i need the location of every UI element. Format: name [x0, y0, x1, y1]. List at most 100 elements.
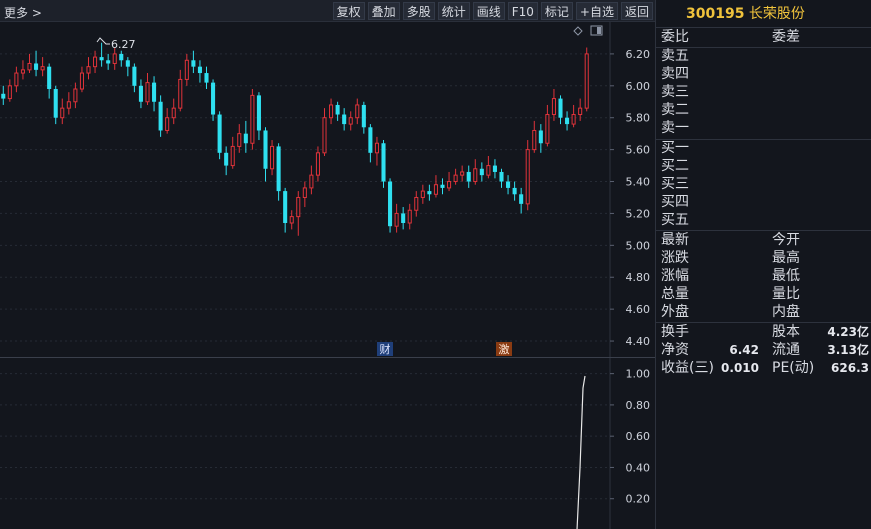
- candle[interactable]: [66, 92, 71, 115]
- candle[interactable]: [499, 168, 504, 188]
- candle[interactable]: [256, 92, 261, 141]
- candle[interactable]: [388, 178, 393, 233]
- candle[interactable]: [34, 50, 39, 77]
- statistics-button[interactable]: 统计: [437, 2, 470, 20]
- candle[interactable]: [309, 165, 314, 195]
- candle[interactable]: [368, 124, 373, 163]
- candle[interactable]: [565, 111, 570, 131]
- candle[interactable]: [79, 66, 84, 93]
- candle[interactable]: [492, 159, 497, 179]
- candle[interactable]: [106, 53, 111, 70]
- back-button[interactable]: 返回: [620, 2, 653, 20]
- candle[interactable]: [217, 111, 222, 160]
- candle[interactable]: [315, 146, 320, 182]
- candle[interactable]: [538, 124, 543, 153]
- candle[interactable]: [224, 146, 229, 176]
- candle[interactable]: [558, 95, 563, 125]
- incentive-marker[interactable]: 激: [496, 342, 512, 356]
- candle[interactable]: [512, 181, 517, 201]
- multi-stock-button[interactable]: 多股: [402, 2, 435, 20]
- candle[interactable]: [545, 104, 550, 147]
- candle[interactable]: [270, 140, 275, 176]
- candle[interactable]: [7, 79, 12, 102]
- candle[interactable]: [394, 203, 399, 233]
- candle[interactable]: [322, 108, 327, 156]
- candle[interactable]: [447, 171, 452, 192]
- candle[interactable]: [433, 175, 438, 198]
- candle[interactable]: [571, 104, 576, 128]
- candle[interactable]: [532, 120, 537, 153]
- draw-line-button[interactable]: 画线: [472, 2, 505, 20]
- indicator-chart[interactable]: 1.00 0.80 0.60 0.40 0.20: [0, 358, 655, 529]
- mark-button[interactable]: 标记: [540, 2, 573, 20]
- candle[interactable]: [230, 136, 235, 169]
- candle[interactable]: [47, 63, 52, 99]
- candle[interactable]: [27, 53, 32, 74]
- candle[interactable]: [119, 50, 124, 67]
- candle[interactable]: [20, 60, 25, 80]
- candle[interactable]: [479, 162, 484, 182]
- panel-toggle-icon[interactable]: [590, 25, 603, 36]
- candle[interactable]: [427, 184, 432, 201]
- candle[interactable]: [506, 175, 511, 195]
- candle[interactable]: [197, 60, 202, 83]
- add-watchlist-button[interactable]: +自选: [575, 2, 618, 20]
- candle[interactable]: [60, 98, 65, 125]
- candle[interactable]: [466, 165, 471, 188]
- candle[interactable]: [551, 89, 556, 121]
- candle[interactable]: [374, 136, 379, 166]
- candle[interactable]: [381, 140, 386, 188]
- candle[interactable]: [165, 108, 170, 134]
- overlay-button[interactable]: 叠加: [367, 2, 400, 20]
- candle[interactable]: [283, 187, 288, 233]
- candle[interactable]: [243, 120, 248, 153]
- candle[interactable]: [460, 165, 465, 182]
- candle[interactable]: [525, 140, 530, 211]
- candle[interactable]: [250, 89, 255, 150]
- candle[interactable]: [453, 168, 458, 185]
- candle[interactable]: [178, 69, 183, 112]
- candle[interactable]: [342, 108, 347, 131]
- candle[interactable]: [361, 101, 366, 134]
- candle[interactable]: [125, 57, 130, 77]
- candle[interactable]: [420, 184, 425, 204]
- candle[interactable]: [348, 111, 353, 131]
- candle[interactable]: [237, 124, 242, 153]
- candle[interactable]: [414, 191, 419, 217]
- candle[interactable]: [171, 98, 176, 125]
- candle[interactable]: [145, 73, 150, 105]
- candle[interactable]: [296, 191, 301, 236]
- candle[interactable]: [40, 57, 45, 77]
- candle[interactable]: [329, 98, 334, 125]
- candle[interactable]: [584, 47, 589, 112]
- candle[interactable]: [440, 178, 445, 195]
- candle[interactable]: [158, 95, 163, 137]
- candle[interactable]: [86, 57, 91, 80]
- candle[interactable]: [211, 79, 216, 121]
- candle[interactable]: [152, 76, 157, 112]
- restore-rights-button[interactable]: 复权: [332, 2, 365, 20]
- candle[interactable]: [184, 53, 189, 86]
- more-menu-button[interactable]: 更多 >: [4, 4, 42, 21]
- candle[interactable]: [486, 156, 491, 179]
- diamond-icon[interactable]: [573, 26, 583, 36]
- candle[interactable]: [519, 187, 524, 214]
- candle[interactable]: [276, 143, 281, 201]
- candle[interactable]: [407, 203, 412, 230]
- candle[interactable]: [263, 127, 268, 182]
- candle[interactable]: [14, 66, 19, 93]
- candlestick-chart[interactable]: 6.20 6.00 5.80 5.60 5.40 5.20 5.00 4.80 4.60 4.40…: [0, 22, 655, 357]
- indicator-pane[interactable]: 1.00 0.80 0.60 0.40 0.20: [0, 357, 655, 529]
- candle[interactable]: [1, 85, 6, 105]
- candle[interactable]: [132, 63, 137, 93]
- candle[interactable]: [302, 181, 307, 208]
- candle[interactable]: [53, 85, 58, 125]
- candle[interactable]: [355, 98, 360, 125]
- financial-marker[interactable]: 财: [377, 342, 393, 356]
- candle[interactable]: [99, 42, 104, 67]
- candlestick-pane[interactable]: 6.20 6.00 5.80 5.60 5.40 5.20 5.00 4.80 4.60 4.40…: [0, 22, 655, 357]
- candle[interactable]: [138, 79, 143, 109]
- candle[interactable]: [473, 159, 478, 185]
- candle[interactable]: [401, 207, 406, 230]
- f10-button[interactable]: F10: [507, 2, 538, 20]
